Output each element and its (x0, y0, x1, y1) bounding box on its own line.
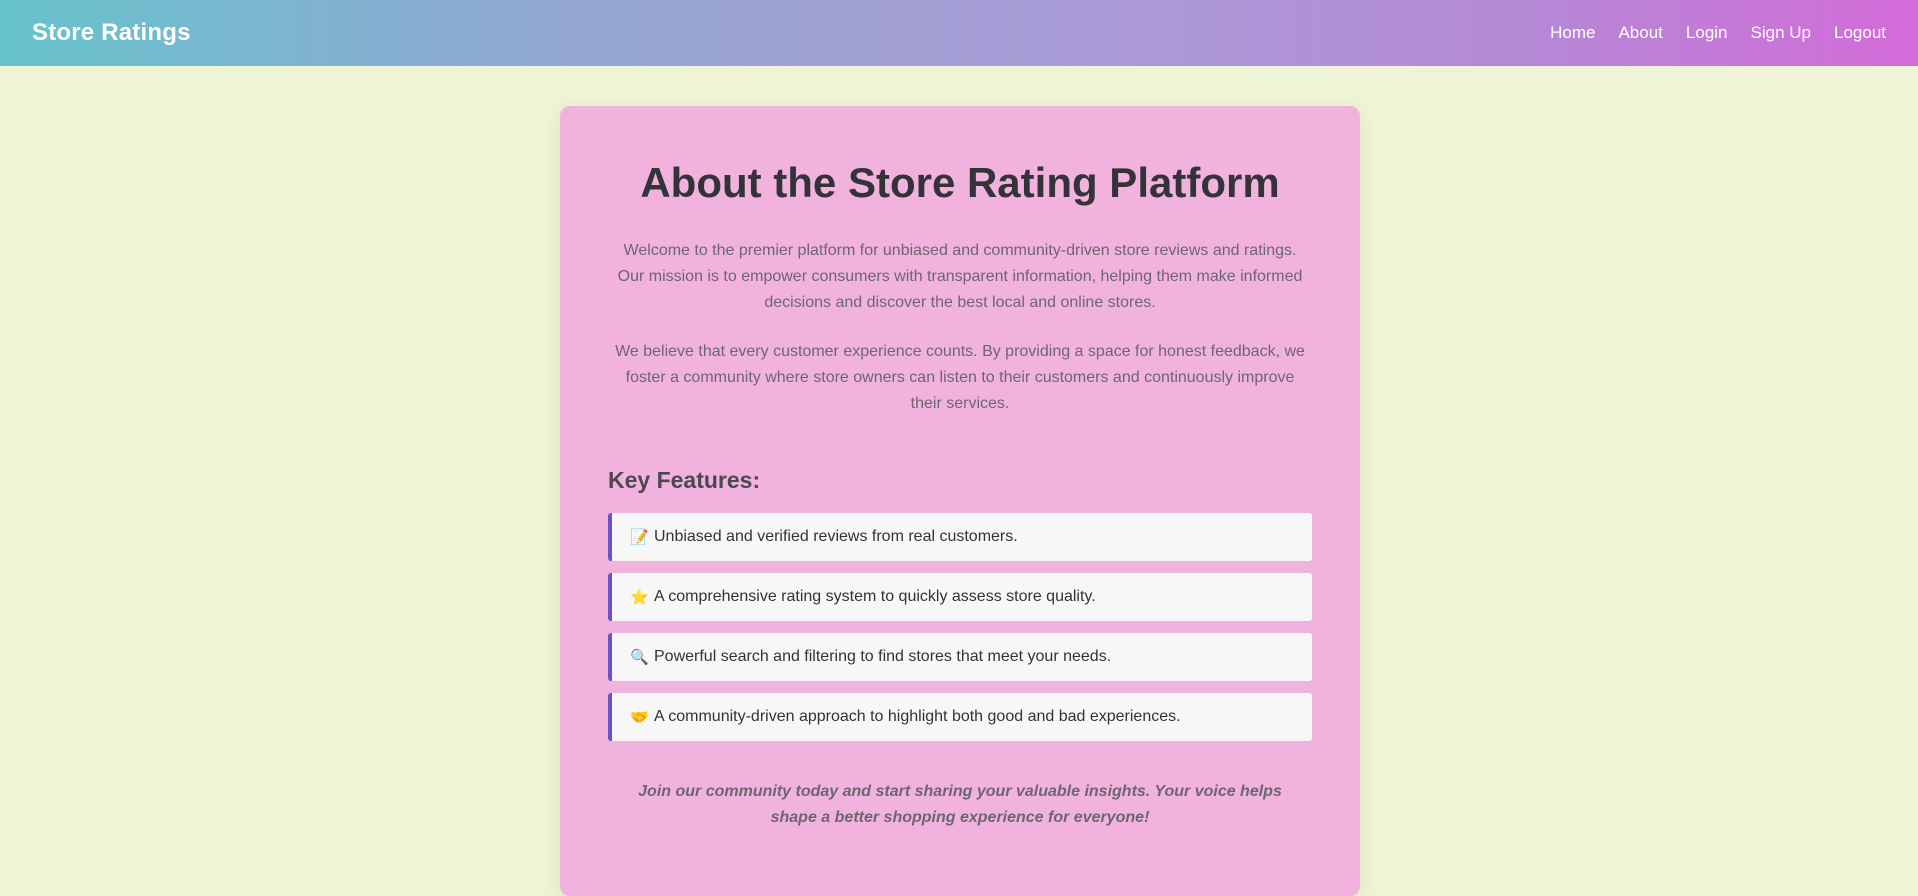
memo-icon: 📝 (630, 529, 649, 547)
nav-logout-link[interactable]: Logout (1834, 23, 1886, 43)
feature-item: 🤝 A community-driven approach to highlig… (608, 693, 1312, 742)
feature-text: Unbiased and verified reviews from real … (654, 528, 1018, 546)
belief-paragraph: We believe that every customer experienc… (615, 343, 1305, 413)
feature-text: Powerful search and filtering to find st… (654, 648, 1112, 666)
handshake-icon: 🤝 (630, 709, 649, 727)
intro-paragraph: Welcome to the premier platform for unbi… (617, 242, 1303, 312)
nav-about-link[interactable]: About (1618, 23, 1662, 43)
about-card: About the Store Rating Platform Welcome … (560, 106, 1360, 896)
nav-links: Home About Login Sign Up Logout (1550, 23, 1886, 43)
feature-list: 📝 Unbiased and verified reviews from rea… (608, 513, 1312, 742)
closing-message: Join our community today and start shari… (638, 783, 1282, 827)
feature-text: A comprehensive rating system to quickly… (654, 588, 1096, 606)
magnifier-icon: 🔍 (630, 649, 649, 667)
feature-item: ⭐ A comprehensive rating system to quick… (608, 573, 1312, 622)
nav-login-link[interactable]: Login (1686, 23, 1728, 43)
feature-item: 🔍 Powerful search and filtering to find … (608, 633, 1312, 682)
feature-item: 📝 Unbiased and verified reviews from rea… (608, 513, 1312, 562)
nav-signup-link[interactable]: Sign Up (1751, 23, 1811, 43)
star-icon: ⭐ (630, 589, 649, 607)
page-title: About the Store Rating Platform (640, 159, 1280, 206)
features-heading: Key Features: (608, 467, 761, 494)
brand-logo-link[interactable]: Store Ratings (32, 19, 191, 47)
top-navbar: Store Ratings Home About Login Sign Up L… (0, 0, 1918, 66)
nav-home-link[interactable]: Home (1550, 23, 1595, 43)
feature-text: A community-driven approach to highlight… (654, 708, 1181, 726)
